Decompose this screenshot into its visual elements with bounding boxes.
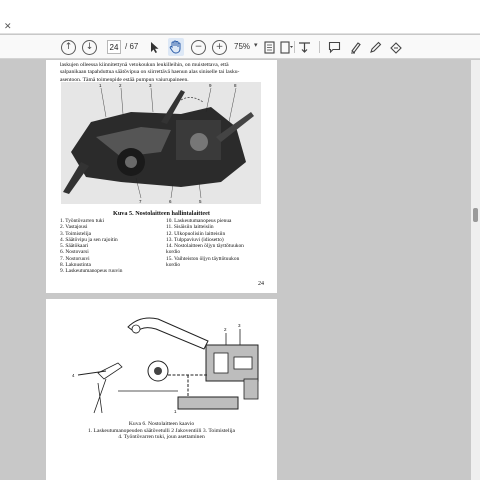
page-total: / 67 [125, 42, 139, 51]
zoom-in-icon[interactable]: + [212, 39, 227, 55]
draw-icon[interactable] [369, 39, 382, 55]
highlight-icon[interactable] [349, 39, 362, 55]
toolbar-separator [294, 41, 295, 53]
legend-right: 10. Laskeutumanopeus pienua 11. Sisäisii… [166, 218, 244, 269]
page-number-input[interactable] [107, 40, 121, 54]
sign-icon[interactable] [390, 39, 403, 55]
display-settings-icon[interactable] [298, 39, 311, 55]
legend-left: 1. Työntövarren tuki 2. Vastajousi 3. To… [60, 218, 123, 275]
zoom-dropdown-icon[interactable]: ▾ [254, 41, 258, 49]
pdf-page-24: laskujen olleessa kiinnitettynä vetokouk… [46, 60, 277, 293]
hand-icon[interactable] [169, 39, 182, 55]
page-intro-text: laskujen olleessa kiinnitettynä vetokouk… [60, 62, 240, 83]
pointer-icon[interactable] [150, 39, 160, 55]
zoom-out-icon[interactable]: − [191, 39, 206, 55]
page-down-icon[interactable]: ↓ [82, 39, 97, 55]
figure-6-caption: Kuva 6. Nostolaitteen kaavio 1. Laskeutu… [87, 421, 236, 441]
close-tab-icon[interactable]: ✕ [4, 22, 12, 32]
scrollbar-thumb[interactable] [473, 208, 478, 222]
pdf-toolbar: ↑ ↓ / 67 − + 75% ▾ [0, 35, 480, 59]
browser-tab-strip: ✕ [0, 0, 480, 34]
figure-5-caption: Kuva 5. Nostolaitteen hallintalaitteet [113, 210, 210, 217]
comment-icon[interactable] [328, 39, 341, 55]
page-number: 24 [258, 281, 264, 287]
pdf-page-25: 4231 Kuva 6. Nostolaitteen kaavio 1. Las… [46, 299, 277, 480]
zoom-level[interactable]: 75% [234, 42, 250, 51]
hydraulic-schematic-diagram: 4231 [58, 313, 268, 421]
toolbar-separator [319, 41, 320, 53]
fit-page-icon[interactable] [264, 39, 275, 55]
fit-width-icon[interactable] [280, 39, 294, 55]
vertical-scrollbar[interactable] [471, 60, 480, 480]
page-up-icon[interactable]: ↑ [61, 39, 76, 55]
hydraulic-controls-photo: 123 98 765 [61, 82, 261, 204]
